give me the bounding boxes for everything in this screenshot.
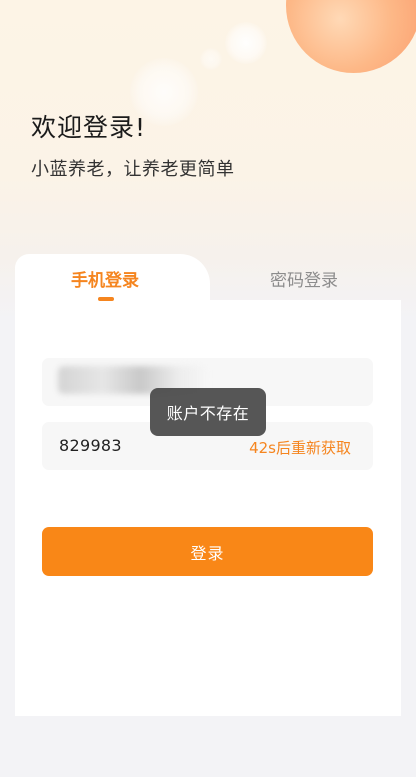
verification-code-value: 829983	[59, 436, 122, 455]
login-button[interactable]: 登录	[42, 527, 373, 576]
bubble-decoration	[200, 48, 222, 70]
error-toast: 账户不存在	[150, 388, 266, 436]
tab-password-login[interactable]: 密码登录	[270, 266, 338, 291]
welcome-title: 欢迎登录!	[31, 113, 147, 142]
tab-phone-login[interactable]: 手机登录	[71, 266, 139, 291]
resend-code-button[interactable]: 42s后重新获取	[249, 437, 351, 458]
welcome-subtitle: 小蓝养老，让养老更简单	[31, 159, 235, 180]
bubble-decoration	[225, 22, 267, 64]
tab-active-indicator	[98, 297, 114, 301]
